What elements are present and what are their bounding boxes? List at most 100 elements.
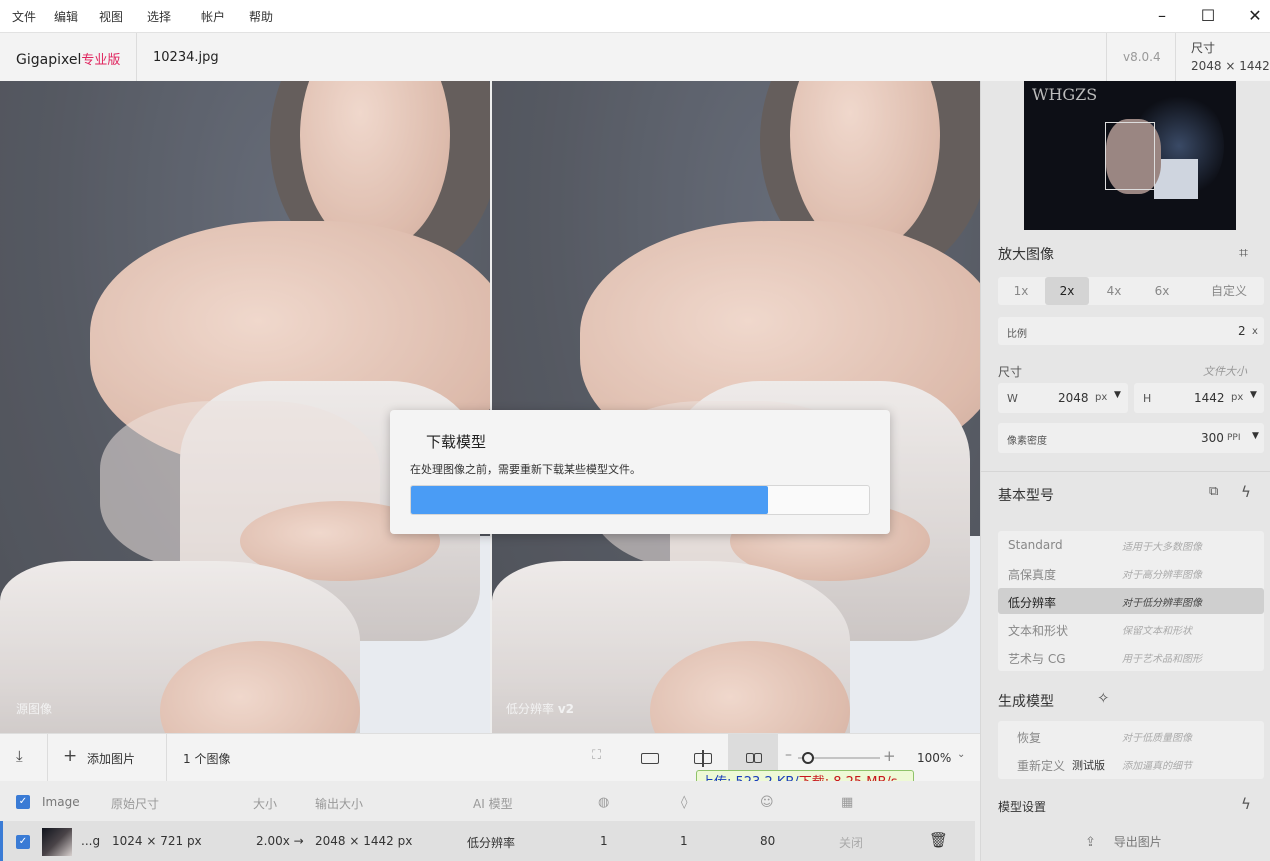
sparkle-icon: ✧	[1097, 689, 1110, 707]
row-name: ...g	[81, 834, 101, 848]
ratio-value: 2	[1238, 324, 1246, 338]
gen-model-title: 生成模型	[998, 694, 1054, 710]
menu-edit[interactable]: 编辑	[54, 8, 78, 25]
image-table: ✓ Image 原始尺寸 大小 输出大小 AI 模型 ◍ ◊ ☺ ▦ ✓ ...…	[0, 781, 980, 861]
dialog-title: 下载模型	[426, 433, 487, 451]
header-sharpen-icon: ◊	[681, 795, 688, 810]
scale-1x[interactable]: 1x	[998, 277, 1044, 305]
progress-bar	[410, 485, 870, 515]
density-value: 300	[1201, 431, 1224, 445]
height-field[interactable]: H 1442 px ▼	[1134, 383, 1264, 413]
download-model-dialog: 下载模型 在处理图像之前，需要重新下载某些模型文件。	[390, 410, 890, 534]
title-bar: Gigapixel专业版 10234.jpg v8.0.4 尺寸 2048 × …	[0, 32, 1270, 82]
base-model-list: Standard 适用于大多数图像 高保真度 对于高分辨率图像 低分辨率 对于低…	[998, 531, 1264, 671]
crop-icon[interactable]: ⌗	[1239, 243, 1248, 263]
scale-6x[interactable]: 6x	[1138, 277, 1186, 305]
size-label: 尺寸	[1191, 41, 1216, 55]
enlarge-title: 放大图像	[998, 247, 1054, 263]
scale-custom[interactable]: 自定义	[1194, 277, 1264, 305]
dialog-message: 在处理图像之前，需要重新下载某些模型文件。	[410, 463, 641, 476]
row-scale: 2.00x →	[256, 834, 304, 848]
header-face-icon: ☺	[760, 795, 774, 810]
model-settings-title: 模型设置	[998, 800, 1047, 814]
export-button[interactable]: ⇪ 导出图片	[1085, 833, 1162, 857]
export-label: 导出图片	[1113, 835, 1162, 849]
navigator-viewport[interactable]	[1105, 122, 1155, 190]
row-face: 80	[760, 834, 776, 848]
ratio-field[interactable]: 比例 2 x	[998, 317, 1264, 345]
right-sidebar: WHGZS 放大图像 ⌗ 1x 2x 4x 6x 自定义 比例 2 x 尺寸 文…	[980, 81, 1270, 861]
file-name: 10234.jpg	[153, 50, 219, 65]
maximize-icon[interactable]: ☐	[1197, 6, 1219, 26]
close-icon[interactable]: ✕	[1244, 6, 1266, 26]
image-count: 1 个图像	[183, 752, 231, 766]
header-artifact-icon: ▦	[841, 795, 854, 810]
density-dropdown-icon[interactable]: ▼	[1252, 431, 1259, 441]
header-image[interactable]: Image	[42, 795, 80, 809]
header-scale[interactable]: 大小	[253, 795, 277, 812]
header-ai-model[interactable]: AI 模型	[473, 795, 513, 812]
row-denoise: 1	[600, 834, 608, 848]
ratio-unit: x	[1252, 326, 1258, 337]
lightning-icon[interactable]: ϟ	[1241, 483, 1251, 501]
add-icon[interactable]: +	[63, 746, 77, 766]
compare-icon[interactable]: ⧉	[1209, 484, 1218, 499]
zoom-in-icon[interactable]: +	[883, 747, 896, 765]
menu-view[interactable]: 视图	[99, 8, 123, 25]
row-model: 低分辨率	[467, 836, 516, 850]
height-unit-dropdown-icon[interactable]: ▼	[1250, 390, 1257, 400]
row-original-size: 1024 × 721 px	[112, 834, 202, 848]
density-unit[interactable]: PPI	[1227, 433, 1241, 443]
focus-icon[interactable]: ⛶	[592, 748, 601, 763]
header-output-size[interactable]: 输出大小	[315, 795, 363, 812]
image-preview[interactable]: 源图像 低分辨率 v2	[0, 81, 980, 733]
row-sharpen: 1	[680, 834, 688, 848]
header-original-size[interactable]: 原始尺寸	[111, 795, 159, 812]
settings-lightning-icon[interactable]: ϟ	[1241, 795, 1251, 813]
model-text-shapes[interactable]: 文本和形状 保留文本和形状	[998, 616, 1264, 642]
pixel-density-field[interactable]: 像素密度 300 PPI ▼	[998, 423, 1264, 453]
file-size-label: 文件大小	[1203, 365, 1247, 378]
navigator-thumbnail[interactable]: WHGZS	[1024, 81, 1236, 230]
ratio-label: 比例	[1007, 329, 1027, 340]
table-row[interactable]: ✓ ...g 1024 × 721 px 2.00x → 2048 × 1442…	[0, 821, 975, 861]
zoom-slider[interactable]	[798, 752, 880, 764]
menu-select[interactable]: 选择	[147, 8, 171, 25]
row-state: 关闭	[839, 836, 864, 850]
model-art-cg[interactable]: 艺术与 CG 用于艺术品和图形	[998, 644, 1264, 670]
add-image-button[interactable]: 添加图片	[87, 750, 135, 767]
select-all-checkbox[interactable]: ✓	[16, 795, 30, 809]
width-field[interactable]: W 2048 px ▼	[998, 383, 1128, 413]
scale-selector: 1x 2x 4x 6x 自定义	[998, 277, 1264, 305]
scale-4x[interactable]: 4x	[1090, 277, 1138, 305]
delete-icon[interactable]: 🗑	[929, 831, 948, 849]
single-view-icon[interactable]	[641, 753, 659, 764]
model-redefine[interactable]: 重新定义 测试版 添加逼真的细节	[998, 751, 1264, 777]
menu-account[interactable]: 帐户	[201, 8, 225, 25]
zoom-out-icon[interactable]: –	[785, 747, 792, 763]
model-standard[interactable]: Standard 适用于大多数图像	[998, 532, 1264, 558]
app-edition: 专业版	[81, 53, 121, 68]
split-view-icon[interactable]	[694, 750, 712, 767]
height-value: 1442	[1194, 391, 1225, 405]
base-model-title: 基本型号	[998, 488, 1054, 504]
row-checkbox[interactable]: ✓	[16, 835, 30, 849]
app-name: Gigapixel专业版	[16, 52, 121, 68]
size-value: 2048 × 1442	[1191, 59, 1270, 73]
zoom-slider-handle[interactable]	[802, 752, 814, 764]
menu-file[interactable]: 文件	[12, 8, 36, 25]
zoom-dropdown-icon[interactable]: ⌄	[957, 749, 965, 760]
width-unit[interactable]: px	[1095, 392, 1107, 403]
import-icon[interactable]: ⤓	[16, 747, 23, 765]
model-recover[interactable]: 恢复 对于低质量图像	[998, 723, 1264, 749]
minimize-icon[interactable]: –	[1151, 6, 1173, 26]
gen-model-list: 恢复 对于低质量图像 重新定义 测试版 添加逼真的细节	[998, 721, 1264, 779]
menu-help[interactable]: 帮助	[249, 8, 273, 25]
model-low-resolution[interactable]: 低分辨率 对于低分辨率图像	[998, 588, 1264, 614]
scale-2x[interactable]: 2x	[1045, 277, 1089, 305]
model-high-fidelity[interactable]: 高保真度 对于高分辨率图像	[998, 560, 1264, 586]
zoom-value[interactable]: 100%	[917, 751, 951, 765]
height-unit[interactable]: px	[1231, 392, 1243, 403]
width-unit-dropdown-icon[interactable]: ▼	[1114, 390, 1121, 400]
export-icon: ⇪	[1085, 835, 1096, 850]
